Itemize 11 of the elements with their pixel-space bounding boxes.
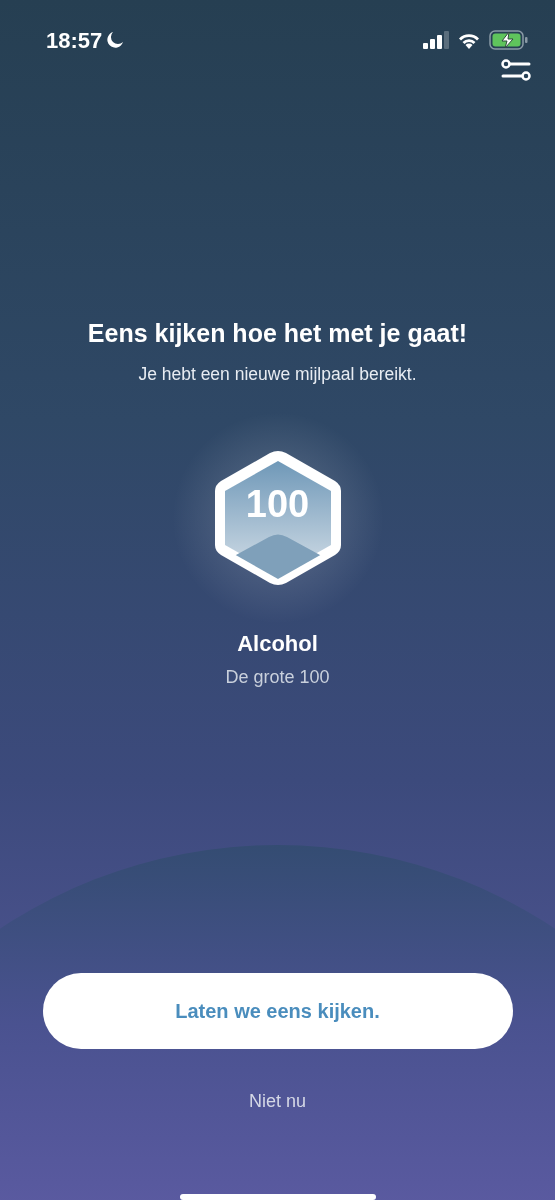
title: Eens kijken hoe het met je gaat! [86, 318, 469, 350]
milestone-category: Alcohol [236, 630, 319, 658]
subtitle: Je hebt een nieuwe mijlpaal bereikt. [137, 362, 418, 386]
status-time: 18:57 [46, 26, 103, 55]
milestone-number: 100 [244, 485, 311, 523]
not-now-link[interactable]: Niet nu [242, 1087, 312, 1116]
settings-icon[interactable] [501, 58, 531, 83]
primary-button[interactable]: Laten we eens kijken. [42, 973, 513, 1049]
milestone-name: De grote 100 [224, 666, 331, 689]
signal-icon [423, 31, 449, 50]
wifi-icon [457, 31, 481, 50]
